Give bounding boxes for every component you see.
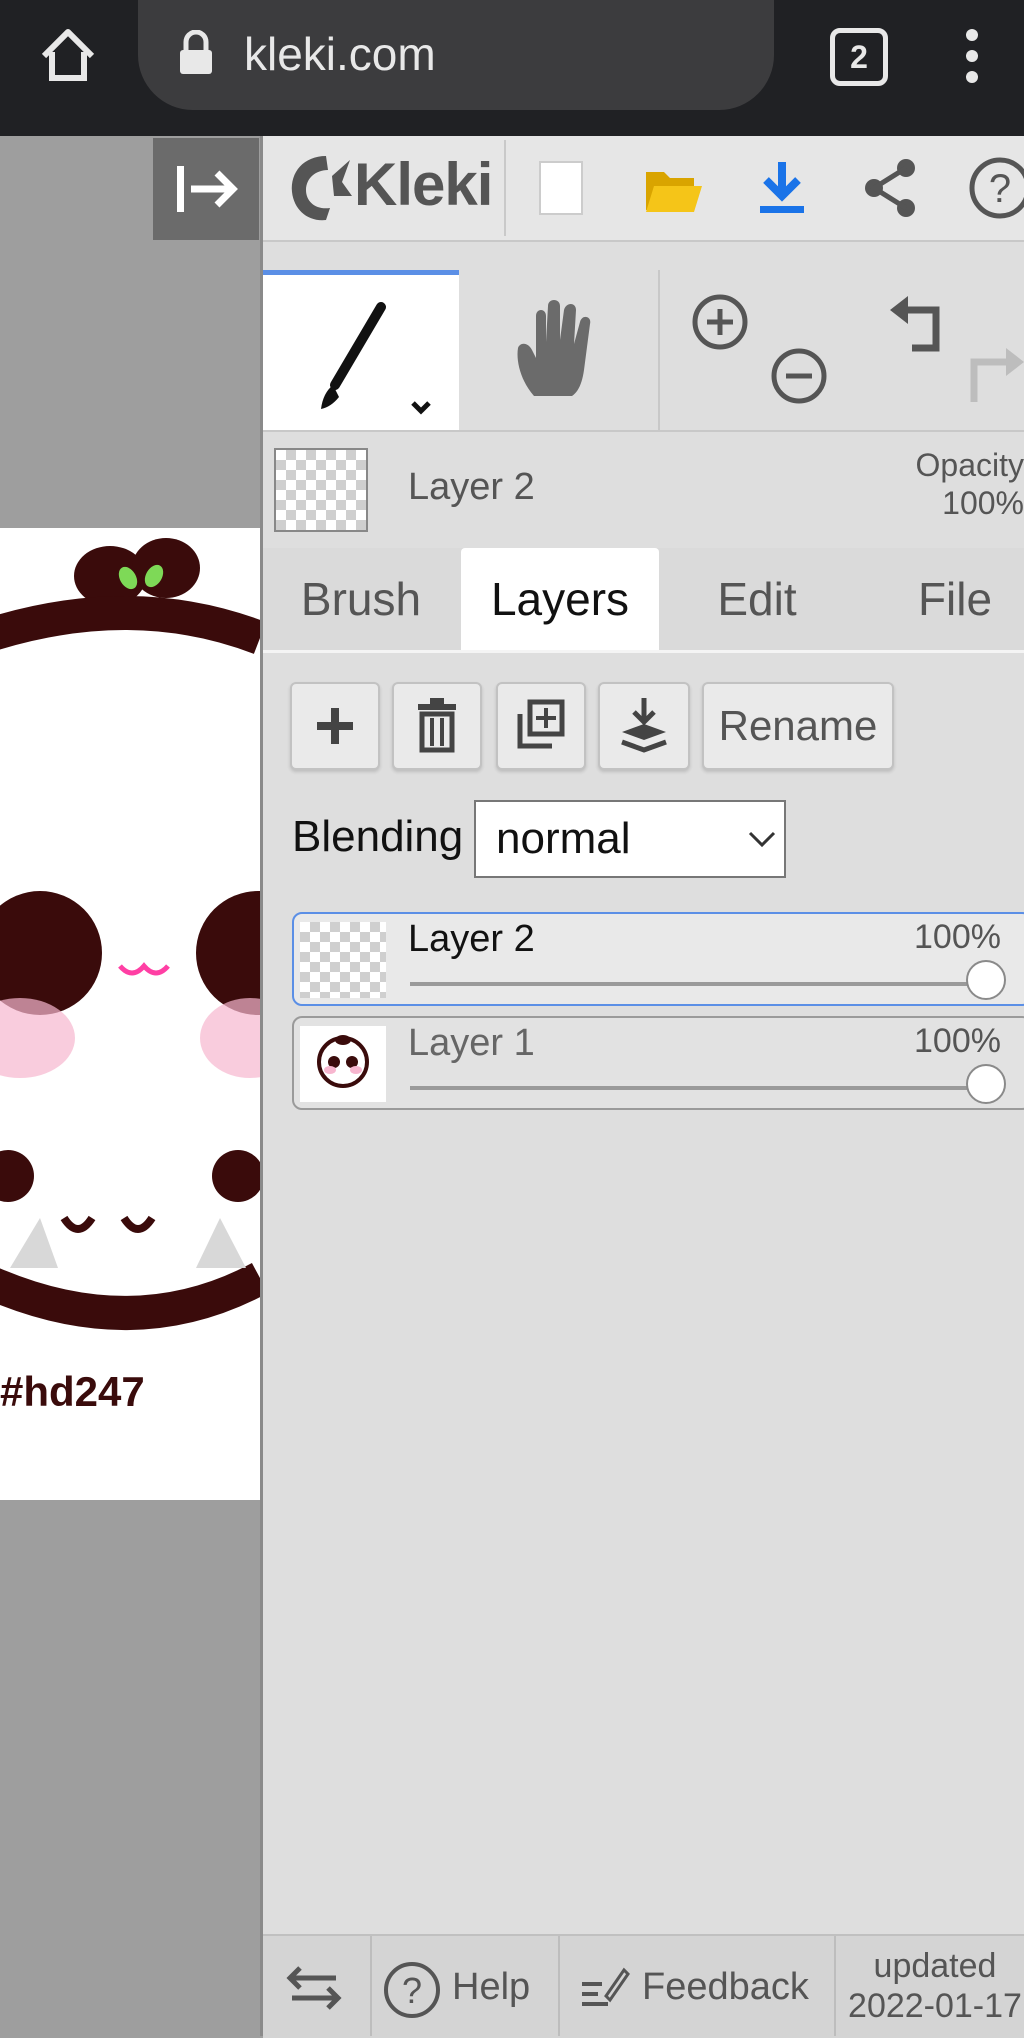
svg-text:?: ? <box>989 167 1011 211</box>
tools-divider <box>658 270 660 430</box>
merge-down-icon <box>621 698 667 753</box>
browser-menu-icon[interactable] <box>960 28 984 84</box>
zoom-out-icon[interactable] <box>768 346 830 406</box>
add-layer-button[interactable] <box>290 682 380 770</box>
collapse-panel-button[interactable] <box>153 138 259 240</box>
app-logo[interactable]: Kleki <box>354 150 493 219</box>
zoom-in-icon[interactable] <box>690 292 750 352</box>
swap-sides-icon[interactable] <box>286 1962 342 2012</box>
rename-layer-button[interactable]: Rename <box>702 682 894 770</box>
undo-icon[interactable] <box>886 290 956 356</box>
layer-opacity: 100% <box>914 918 1001 956</box>
feedback-link[interactable]: Feedback <box>642 1966 809 2009</box>
duplicate-icon <box>517 699 565 749</box>
current-layer-name: Layer 2 <box>408 466 535 508</box>
open-folder-icon[interactable] <box>644 160 702 216</box>
current-layer-opacity: Opacity 100% <box>880 446 1024 522</box>
tab-layers[interactable]: Layers <box>461 548 659 650</box>
duplicate-layer-button[interactable] <box>496 682 586 770</box>
chevron-down-icon <box>748 831 776 848</box>
arrow-right-bar-icon <box>177 166 238 212</box>
layer-name: Layer 2 <box>408 918 535 960</box>
canvas-artwork[interactable] <box>0 528 320 1500</box>
layer-item-2[interactable]: Layer 2 100% <box>292 912 1024 1006</box>
brush-tool-button[interactable] <box>263 270 459 430</box>
canvas-caption: #hd247 <box>0 1368 145 1415</box>
layer-name: Layer 1 <box>408 1022 535 1064</box>
layer-opacity-knob[interactable] <box>966 1064 1006 1104</box>
layer-opacity-knob[interactable] <box>966 960 1006 1000</box>
skull-thumbnail-icon <box>317 1035 369 1088</box>
layer-thumbnail <box>300 1026 386 1102</box>
tab-file[interactable]: File <box>857 548 1024 650</box>
feedback-pen-icon[interactable] <box>578 1962 630 2014</box>
hand-tool-icon[interactable] <box>510 296 600 406</box>
footer-divider <box>558 1936 560 2036</box>
help-icon[interactable]: ? <box>964 156 1024 220</box>
skull-drawing <box>0 538 320 1330</box>
paintbrush-icon <box>321 302 431 415</box>
layer-thumbnail <box>300 922 386 998</box>
new-image-icon[interactable] <box>536 158 586 218</box>
url-text[interactable]: kleki.com <box>244 26 436 82</box>
trash-icon <box>418 698 456 753</box>
updated-label: updated <box>873 1947 997 1985</box>
opacity-label: Opacity <box>915 447 1024 483</box>
footer-divider <box>370 1936 372 2036</box>
updated-info: updated 2022-01-17 <box>846 1946 1024 2026</box>
svg-text:?: ? <box>402 1970 422 2011</box>
tab-switcher-button[interactable]: 2 <box>830 28 888 86</box>
layer-item-1[interactable]: Layer 1 100% <box>292 1016 1024 1110</box>
updated-date: 2022-01-17 <box>848 1987 1022 2025</box>
help-circle-icon[interactable]: ? <box>382 1960 442 2020</box>
kleki-logo-icon <box>291 156 352 221</box>
lock-icon <box>180 30 212 74</box>
layer-opacity-slider[interactable] <box>410 982 1000 986</box>
tab-edit[interactable]: Edit <box>659 548 855 650</box>
redo-icon[interactable] <box>966 346 1024 408</box>
current-layer-thumbnail <box>274 448 368 532</box>
download-icon[interactable] <box>754 158 810 218</box>
footer-divider <box>834 1936 836 2036</box>
opacity-value: 100% <box>942 485 1024 521</box>
blending-value: normal <box>496 814 631 863</box>
merge-down-button[interactable] <box>598 682 690 770</box>
layer-opacity: 100% <box>914 1022 1001 1060</box>
share-icon[interactable] <box>860 156 920 220</box>
toolbar-divider <box>504 140 506 236</box>
tab-brush[interactable]: Brush <box>263 548 459 650</box>
help-link[interactable]: Help <box>452 1966 530 2009</box>
delete-layer-button[interactable] <box>392 682 482 770</box>
home-icon[interactable] <box>38 26 98 84</box>
blending-label: Blending <box>292 812 464 861</box>
address-bar[interactable] <box>138 0 774 110</box>
plus-icon <box>317 708 353 744</box>
layer-opacity-slider[interactable] <box>410 1086 1000 1090</box>
